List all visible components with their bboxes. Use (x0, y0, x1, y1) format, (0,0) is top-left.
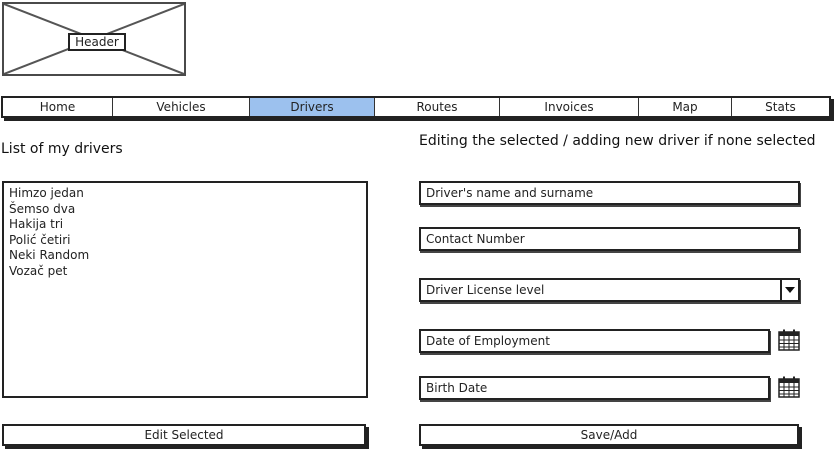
driver-list-item[interactable]: Polić četiri (9, 233, 361, 249)
nav-tab-vehicles[interactable]: Vehicles (113, 98, 250, 116)
calendar-icon[interactable] (778, 329, 800, 351)
edit-form-title: Editing the selected / adding new driver… (419, 133, 816, 149)
driver-list-title: List of my drivers (1, 141, 123, 157)
nav-tab-routes[interactable]: Routes (375, 98, 500, 116)
header-label: Header (68, 33, 126, 51)
employment-date-input[interactable]: Date of Employment (419, 329, 770, 353)
nav-tab-map[interactable]: Map (639, 98, 732, 116)
driver-list-item[interactable]: Hakija tri (9, 217, 361, 233)
driver-name-input[interactable]: Driver's name and surname (419, 181, 800, 205)
calendar-icon[interactable] (778, 376, 800, 398)
nav-tab-stats[interactable]: Stats (732, 98, 829, 116)
license-level-select-value: Driver License level (426, 283, 545, 297)
header-placeholder: Header (2, 2, 186, 76)
chevron-down-icon[interactable] (780, 280, 798, 300)
edit-selected-button[interactable]: Edit Selected (2, 424, 366, 446)
save-add-button[interactable]: Save/Add (419, 424, 799, 446)
nav-tab-home[interactable]: Home (3, 98, 113, 116)
driver-list-item[interactable]: Neki Random (9, 248, 361, 264)
contact-number-input[interactable]: Contact Number (419, 227, 800, 251)
driver-list[interactable]: Himzo jedan Šemso dva Hakija tri Polić č… (2, 181, 368, 398)
driver-list-item[interactable]: Šemso dva (9, 202, 361, 218)
driver-list-item[interactable]: Himzo jedan (9, 186, 361, 202)
nav-tab-drivers[interactable]: Drivers (250, 98, 375, 116)
birth-date-input[interactable]: Birth Date (419, 376, 770, 400)
nav-tab-invoices[interactable]: Invoices (500, 98, 639, 116)
main-nav: Home Vehicles Drivers Routes Invoices Ma… (1, 96, 831, 118)
license-level-select[interactable]: Driver License level (419, 278, 800, 302)
driver-list-item[interactable]: Vozač pet (9, 264, 361, 280)
